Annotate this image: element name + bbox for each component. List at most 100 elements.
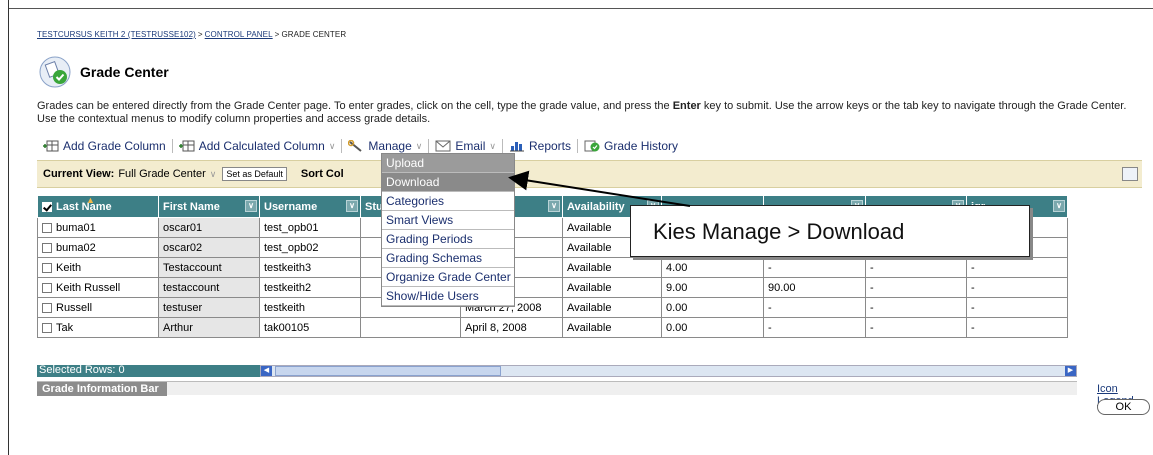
manage-menu-item[interactable]: Upload	[382, 154, 514, 173]
breadcrumb-control-panel-link[interactable]: CONTROL PANEL	[205, 30, 273, 39]
select-all-checkbox[interactable]	[42, 201, 52, 212]
cell-availability[interactable]: Available	[562, 277, 662, 298]
cell-last-name[interactable]: buma02	[37, 237, 159, 258]
manage-menu-item[interactable]: Grading Schemas	[382, 249, 514, 268]
cell-value: testaccount	[163, 281, 220, 294]
set-as-default-button[interactable]: Set as Default	[222, 167, 287, 181]
scroll-right-button[interactable]: ▶	[1065, 366, 1076, 376]
cell-username[interactable]: testkeith2	[259, 277, 361, 298]
cell-value: Available	[567, 241, 612, 254]
grade-center-icon	[38, 55, 72, 89]
row-select-checkbox[interactable]	[42, 242, 52, 253]
cell-assignment[interactable]: -	[966, 277, 1068, 298]
column-menu-icon[interactable]: ∨	[245, 200, 257, 212]
row-select-checkbox[interactable]	[42, 222, 52, 233]
cell-username[interactable]: test_opb01	[259, 217, 361, 238]
table-row[interactable]: Keith Testaccount testkeith3 Available 4.00 -…	[37, 257, 1068, 278]
column-menu-icon[interactable]: ∨	[548, 200, 560, 212]
cell-weighted-total[interactable]: -	[763, 297, 866, 318]
breadcrumb-course-link[interactable]: TESTCURSUS KEITH 2 (TESTRUSSE102)	[37, 30, 196, 39]
cell-last-name[interactable]: Russell	[37, 297, 159, 318]
add-calculated-column-button[interactable]: Add Calculated Column ∨	[173, 137, 342, 155]
cell-username[interactable]: test_opb02	[259, 237, 361, 258]
add-column-icon	[43, 140, 59, 152]
cell-username[interactable]: tak00105	[259, 317, 361, 338]
cell-value: testkeith3	[264, 261, 312, 274]
cell-weighted-total[interactable]: -	[763, 317, 866, 338]
cell-assignment[interactable]: -	[966, 317, 1068, 338]
cell-weighted-total[interactable]: 90.00	[763, 277, 866, 298]
cell-weighted-total[interactable]: -	[763, 257, 866, 278]
row-select-checkbox[interactable]	[42, 282, 52, 293]
cell-first-name[interactable]: testaccount	[158, 277, 260, 298]
cell-last-name[interactable]: Keith	[37, 257, 159, 278]
current-view-select[interactable]: Full Grade Center	[118, 168, 205, 180]
reports-label: Reports	[528, 139, 572, 153]
manage-menu-item[interactable]: Grading Periods	[382, 230, 514, 249]
cell-first-name[interactable]: oscar02	[158, 237, 260, 258]
cell-first-name[interactable]: Testaccount	[158, 257, 260, 278]
cell-assignment[interactable]: -	[966, 257, 1068, 278]
cell-username[interactable]: testkeith3	[259, 257, 361, 278]
cell-first-name[interactable]: oscar01	[158, 217, 260, 238]
breadcrumb-current: GRADE CENTER	[281, 30, 347, 39]
manage-menu-item[interactable]: Download	[382, 173, 514, 192]
cell-last-access[interactable]: April 8, 2008	[460, 317, 563, 338]
cell-student-id[interactable]	[360, 317, 461, 338]
cell-grade-column[interactable]: -	[865, 297, 967, 318]
scrollbar-thumb[interactable]	[275, 366, 501, 376]
cell-availability[interactable]: Available	[562, 257, 662, 278]
grade-information-bar-label: Grade Information Bar	[37, 382, 167, 396]
cell-grade-column[interactable]: -	[865, 317, 967, 338]
column-header-username[interactable]: Username ∨	[259, 195, 361, 218]
row-select-checkbox[interactable]	[42, 262, 52, 273]
row-select-checkbox[interactable]	[42, 322, 52, 333]
table-row[interactable]: Tak Arthur tak00105 April 8, 2008 Available 0…	[37, 317, 1068, 338]
sort-columns-label[interactable]: Sort Col	[301, 168, 344, 180]
table-row[interactable]: Keith Russelltestaccounttestkeith208Avai…	[37, 277, 1068, 298]
column-header-first-name[interactable]: First Name ∨	[158, 195, 260, 218]
cell-value: testuser	[163, 301, 203, 314]
breadcrumb-separator: >	[274, 30, 280, 39]
cell-last-name[interactable]: buma01	[37, 217, 159, 238]
manage-menu-item[interactable]: Show/Hide Users	[382, 287, 514, 306]
cell-total[interactable]: 4.00	[661, 257, 764, 278]
chevron-down-icon: ∨	[328, 140, 336, 151]
scroll-left-button[interactable]: ◀	[261, 366, 272, 376]
sort-ascending-icon: ▲	[86, 195, 95, 205]
manage-menu-item[interactable]: Organize Grade Center	[382, 268, 514, 287]
column-header-last-name[interactable]: ▲ Last Name	[37, 195, 159, 218]
cell-availability[interactable]: Available	[562, 297, 662, 318]
chevron-down-icon[interactable]: ∨	[210, 169, 217, 180]
cell-assignment[interactable]: -	[966, 297, 1068, 318]
cell-username[interactable]: testkeith	[259, 297, 361, 318]
column-header-label: Availability	[567, 200, 625, 213]
cell-value: -	[870, 321, 874, 334]
column-menu-icon[interactable]: ∨	[346, 200, 358, 212]
cell-availability[interactable]: Available	[562, 317, 662, 338]
cell-first-name[interactable]: testuser	[158, 297, 260, 318]
grade-history-button[interactable]: Grade History	[578, 137, 684, 155]
horizontal-scrollbar[interactable]: ◀ ▶	[260, 365, 1077, 377]
row-select-checkbox[interactable]	[42, 302, 52, 313]
cell-total[interactable]: 0.00	[661, 297, 764, 318]
cell-total[interactable]: 0.00	[661, 317, 764, 338]
manage-menu-item[interactable]: Smart Views	[382, 211, 514, 230]
cell-value: oscar02	[163, 241, 203, 254]
cell-last-name[interactable]: Tak	[37, 317, 159, 338]
cell-value: Available	[567, 261, 612, 274]
cell-grade-column[interactable]: -	[865, 277, 967, 298]
ok-button[interactable]: OK	[1097, 399, 1150, 415]
table-row[interactable]: Russell testuser testkeith March 27, 2008 Av…	[37, 297, 1068, 318]
cell-value: oscar01	[163, 221, 203, 234]
grid-view-icon[interactable]	[1122, 167, 1138, 181]
cell-total[interactable]: 9.00	[661, 277, 764, 298]
manage-menu-item[interactable]: Categories	[382, 192, 514, 211]
page-header: Grade Center	[38, 55, 169, 89]
cell-last-name[interactable]: Keith Russell	[37, 277, 159, 298]
column-menu-icon[interactable]: ∨	[1053, 200, 1065, 212]
cell-value: Available	[567, 301, 612, 314]
add-grade-column-button[interactable]: Add Grade Column	[37, 137, 172, 155]
cell-first-name[interactable]: Arthur	[158, 317, 260, 338]
cell-grade-column[interactable]: -	[865, 257, 967, 278]
